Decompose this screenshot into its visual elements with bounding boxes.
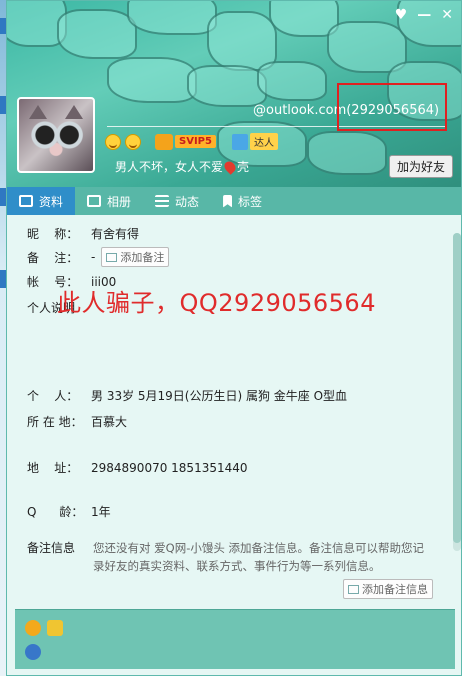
tab-profile[interactable]: 资料 xyxy=(7,187,76,215)
qage-value: 1年 xyxy=(91,505,111,519)
tab-label: 相册 xyxy=(107,194,132,209)
note-label: 备注信息 xyxy=(27,541,76,555)
person-value: 男 33岁 5月19日(公历生日) 属狗 金牛座 O型血 xyxy=(91,389,348,403)
tab-tags[interactable]: 标签 xyxy=(211,187,274,215)
tab-feed[interactable]: 动态 xyxy=(143,187,211,215)
add-remark-info-label: 添加备注信息 xyxy=(362,583,428,596)
qage-row: Q 龄： 1年 xyxy=(27,503,111,520)
profile-window: ♥ — ✕ @outlook.com(2929056564) SVIP5 达人 … xyxy=(6,0,462,676)
glass-shard xyxy=(257,61,327,101)
signature: 男人不坏，女人不爱壳 xyxy=(115,158,249,175)
add-remark-label: 添加备注 xyxy=(120,251,165,264)
glass-shard xyxy=(107,57,197,103)
remark-row: 备 注： - 添加备注 xyxy=(27,247,170,267)
nickname-label: 昵 称： xyxy=(27,227,79,241)
location-value: 百慕大 xyxy=(91,415,128,429)
daren-icon xyxy=(231,133,248,150)
bottom-bar xyxy=(15,609,455,669)
add-friend-button[interactable]: 加为好友 xyxy=(388,155,453,178)
scrollbar-thumb[interactable] xyxy=(453,233,461,543)
qage-label: Q 龄： xyxy=(27,505,84,519)
handshake-icon[interactable] xyxy=(47,620,63,636)
profile-details: 昵 称： 有舍有得 备 注： - 添加备注 帐 号： iii00 个人说明 此人… xyxy=(7,215,447,607)
skin-icon[interactable]: ♥ xyxy=(395,7,408,23)
remark-label: 备 注： xyxy=(27,250,79,265)
tab-label: 标签 xyxy=(238,194,263,209)
penguin-icon xyxy=(155,133,173,150)
person-row: 个 人： 男 33岁 5月19日(公历生日) 属狗 金牛座 O型血 xyxy=(27,387,347,404)
badge-row: SVIP5 达人 xyxy=(105,133,278,150)
tab-label: 资料 xyxy=(39,194,64,209)
penguin-icon[interactable] xyxy=(25,620,41,636)
remark-icon xyxy=(348,584,359,594)
highlight-box xyxy=(337,83,447,131)
svip-label: SVIP5 xyxy=(175,135,216,148)
daren-label: 达人 xyxy=(249,133,278,150)
nickname-row: 昵 称： 有舍有得 xyxy=(27,225,139,242)
profile-header: ♥ — ✕ @outlook.com(2929056564) SVIP5 达人 … xyxy=(7,1,461,187)
tab-bar: 资料 相册 动态 标签 xyxy=(7,187,461,215)
location-pin-icon xyxy=(222,159,238,175)
nickname-value: 有舍有得 xyxy=(91,227,140,241)
signature-text: 男人不坏，女人不爱 xyxy=(115,160,224,174)
tab-album[interactable]: 相册 xyxy=(75,187,143,215)
profile-card-icon xyxy=(19,195,33,207)
note-row: 备注信息 xyxy=(27,539,91,556)
bookmark-icon xyxy=(223,194,233,208)
person-label: 个 人： xyxy=(27,389,79,403)
remark-icon xyxy=(106,252,118,262)
glass-shard xyxy=(187,65,267,107)
window-controls: ♥ — ✕ xyxy=(395,7,453,23)
feed-list-icon xyxy=(155,195,170,207)
scrollbar[interactable] xyxy=(453,233,461,551)
glass-shard xyxy=(57,9,137,59)
location-label: 所 在 地： xyxy=(27,415,83,429)
glass-shard xyxy=(307,131,387,175)
signature-text-end: 壳 xyxy=(237,160,250,174)
add-remark-info-button[interactable]: 添加备注信息 xyxy=(343,579,433,599)
address-value: 2984890070 1851351440 xyxy=(91,460,248,475)
svip-badge[interactable]: SVIP5 xyxy=(155,133,216,150)
remark-value: - xyxy=(91,250,96,264)
daren-badge[interactable]: 达人 xyxy=(231,133,278,150)
avatar[interactable] xyxy=(17,97,95,173)
scam-warning-overlay: 此人骗子，QQ2929056564 xyxy=(57,289,376,317)
address-row: 地 址： 2984890070 1851351440 xyxy=(27,459,248,476)
tab-label: 动态 xyxy=(175,194,200,209)
rank-icon[interactable] xyxy=(25,644,41,660)
photo-album-icon xyxy=(87,195,102,207)
smiley-icon[interactable] xyxy=(105,133,121,150)
glass-shard xyxy=(127,1,217,35)
smiley-icon[interactable] xyxy=(125,133,141,150)
add-remark-button[interactable]: 添加备注 xyxy=(101,247,170,267)
location-row: 所 在 地： 百慕大 xyxy=(27,413,127,430)
note-description: 您还没有对 爱Q网-小馒头 添加备注信息。备注信息可以帮助您记录好友的真实资料、… xyxy=(93,541,425,573)
avatar-detail xyxy=(65,105,83,119)
avatar-detail xyxy=(29,105,47,119)
address-label: 地 址： xyxy=(27,461,79,475)
minimize-icon[interactable]: — xyxy=(417,7,431,23)
close-icon[interactable]: ✕ xyxy=(441,7,453,23)
